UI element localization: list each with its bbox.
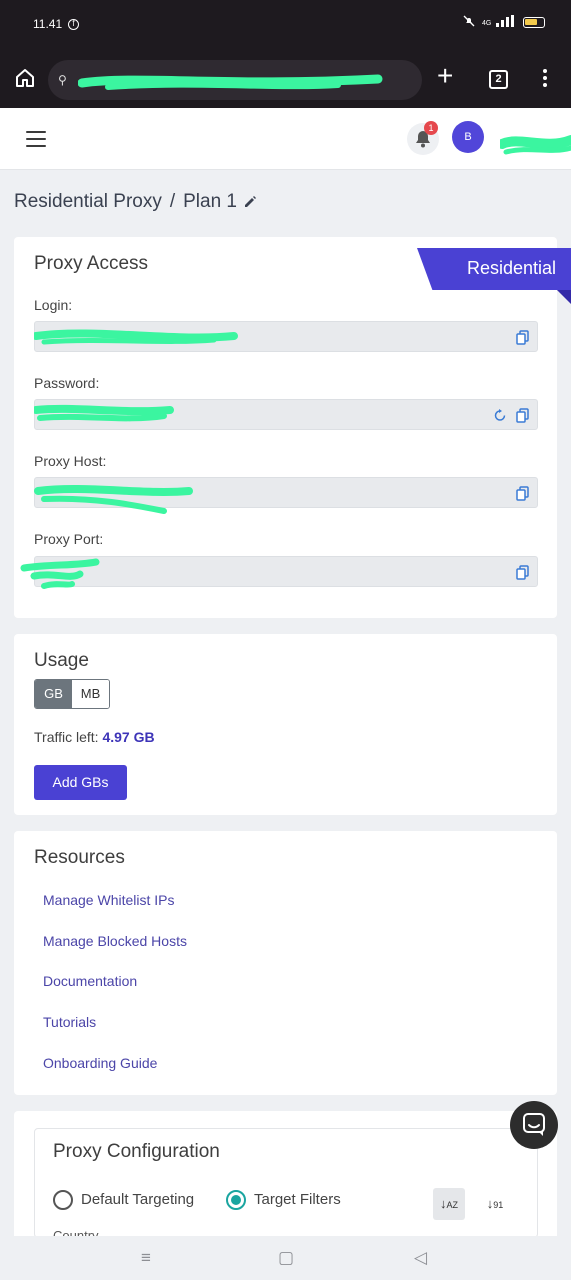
url-redaction — [78, 74, 383, 90]
proxy-host-redaction — [34, 485, 193, 514]
resources-title: Resources — [34, 847, 125, 868]
notification-badge: 1 — [424, 121, 438, 135]
proxy-host-label: Proxy Host: — [34, 453, 107, 469]
home-button-icon[interactable]: ▢ — [278, 1248, 294, 1268]
chat-icon — [523, 1113, 545, 1136]
login-label: Login: — [34, 297, 73, 313]
copy-icon[interactable] — [516, 408, 529, 423]
link-documentation[interactable]: Documentation — [43, 973, 137, 989]
residential-badge-label: Residential — [467, 258, 557, 278]
login-redaction — [34, 329, 238, 345]
copy-icon[interactable] — [516, 565, 529, 580]
traffic-left-label: Traffic left: — [34, 729, 99, 745]
svg-text:4G: 4G — [482, 20, 491, 27]
password-label: Password: — [34, 375, 100, 391]
username-redaction — [500, 135, 571, 155]
mute-icon — [463, 15, 475, 30]
target-filters-label[interactable]: Target Filters — [254, 1191, 341, 1208]
signal-icon: 4G — [482, 15, 516, 30]
refresh-icon[interactable] — [494, 408, 506, 422]
breadcrumb-separator: / — [169, 191, 176, 212]
new-tab-icon[interactable]: + — [437, 62, 453, 90]
edit-pencil-icon[interactable] — [243, 195, 257, 209]
proxy-access-title: Proxy Access — [34, 253, 149, 274]
copy-icon[interactable] — [516, 486, 529, 501]
target-filters-radio[interactable] — [226, 1190, 246, 1210]
back-icon[interactable]: ◁ — [414, 1248, 427, 1268]
notifications-button[interactable]: 1 — [407, 121, 439, 155]
chat-button[interactable] — [510, 1101, 558, 1149]
home-icon[interactable] — [14, 67, 36, 89]
avatar[interactable]: B — [452, 121, 484, 153]
battery-icon — [523, 17, 545, 28]
address-bar[interactable]: ⚲ — [48, 60, 422, 100]
unit-mb-button[interactable]: MB — [72, 680, 109, 708]
traffic-left: Traffic left: 4.97 GB — [34, 729, 155, 745]
sort-numeric-icon[interactable]: ↓91 — [479, 1188, 511, 1220]
hamburger-menu-icon[interactable] — [26, 131, 46, 152]
browser-menu-icon[interactable] — [543, 69, 549, 90]
traffic-left-value: 4.97 GB — [102, 729, 155, 745]
unit-toggle: GB MB — [34, 679, 110, 709]
proxy-configuration-title: Proxy Configuration — [53, 1141, 220, 1162]
link-manage-whitelist-ips[interactable]: Manage Whitelist IPs — [43, 892, 175, 908]
link-manage-blocked-hosts[interactable]: Manage Blocked Hosts — [43, 933, 187, 949]
add-gbs-button[interactable]: Add GBs — [34, 765, 127, 800]
proxy-port-field[interactable] — [34, 556, 538, 587]
copy-icon[interactable] — [516, 330, 529, 345]
site-settings-icon[interactable]: ⚲ — [58, 73, 67, 87]
link-tutorials[interactable]: Tutorials — [43, 1014, 96, 1030]
browser-toolbar: ⚲ + 2 — [0, 50, 571, 108]
default-targeting-label[interactable]: Default Targeting — [81, 1191, 194, 1208]
ribbon-tail — [557, 290, 571, 304]
unit-gb-button[interactable]: GB — [35, 680, 72, 708]
usage-title: Usage — [34, 650, 89, 671]
breadcrumb-plan: Plan 1 — [183, 191, 237, 212]
system-navigation-bar: ≡ ▢ ◁ — [0, 1236, 571, 1280]
facebook-notification-icon: f — [68, 19, 79, 30]
password-redaction — [34, 404, 174, 422]
tab-switcher-button[interactable]: 2 — [489, 70, 508, 89]
default-targeting-radio[interactable] — [53, 1190, 73, 1210]
proxy-port-redaction — [20, 558, 100, 589]
breadcrumb-residential-proxy[interactable]: Residential Proxy — [14, 191, 162, 213]
sort-alpha-icon[interactable]: ↓AZ — [433, 1188, 465, 1220]
app-header: 1 B — [0, 108, 571, 170]
proxy-port-label: Proxy Port: — [34, 531, 104, 547]
status-time: 11.41 — [33, 17, 63, 31]
link-onboarding-guide[interactable]: Onboarding Guide — [43, 1055, 157, 1071]
breadcrumb: Residential Proxy / Plan 1 — [14, 191, 257, 213]
status-bar: 11.41 f 4G — [0, 0, 571, 50]
recent-apps-icon[interactable]: ≡ — [141, 1248, 151, 1268]
